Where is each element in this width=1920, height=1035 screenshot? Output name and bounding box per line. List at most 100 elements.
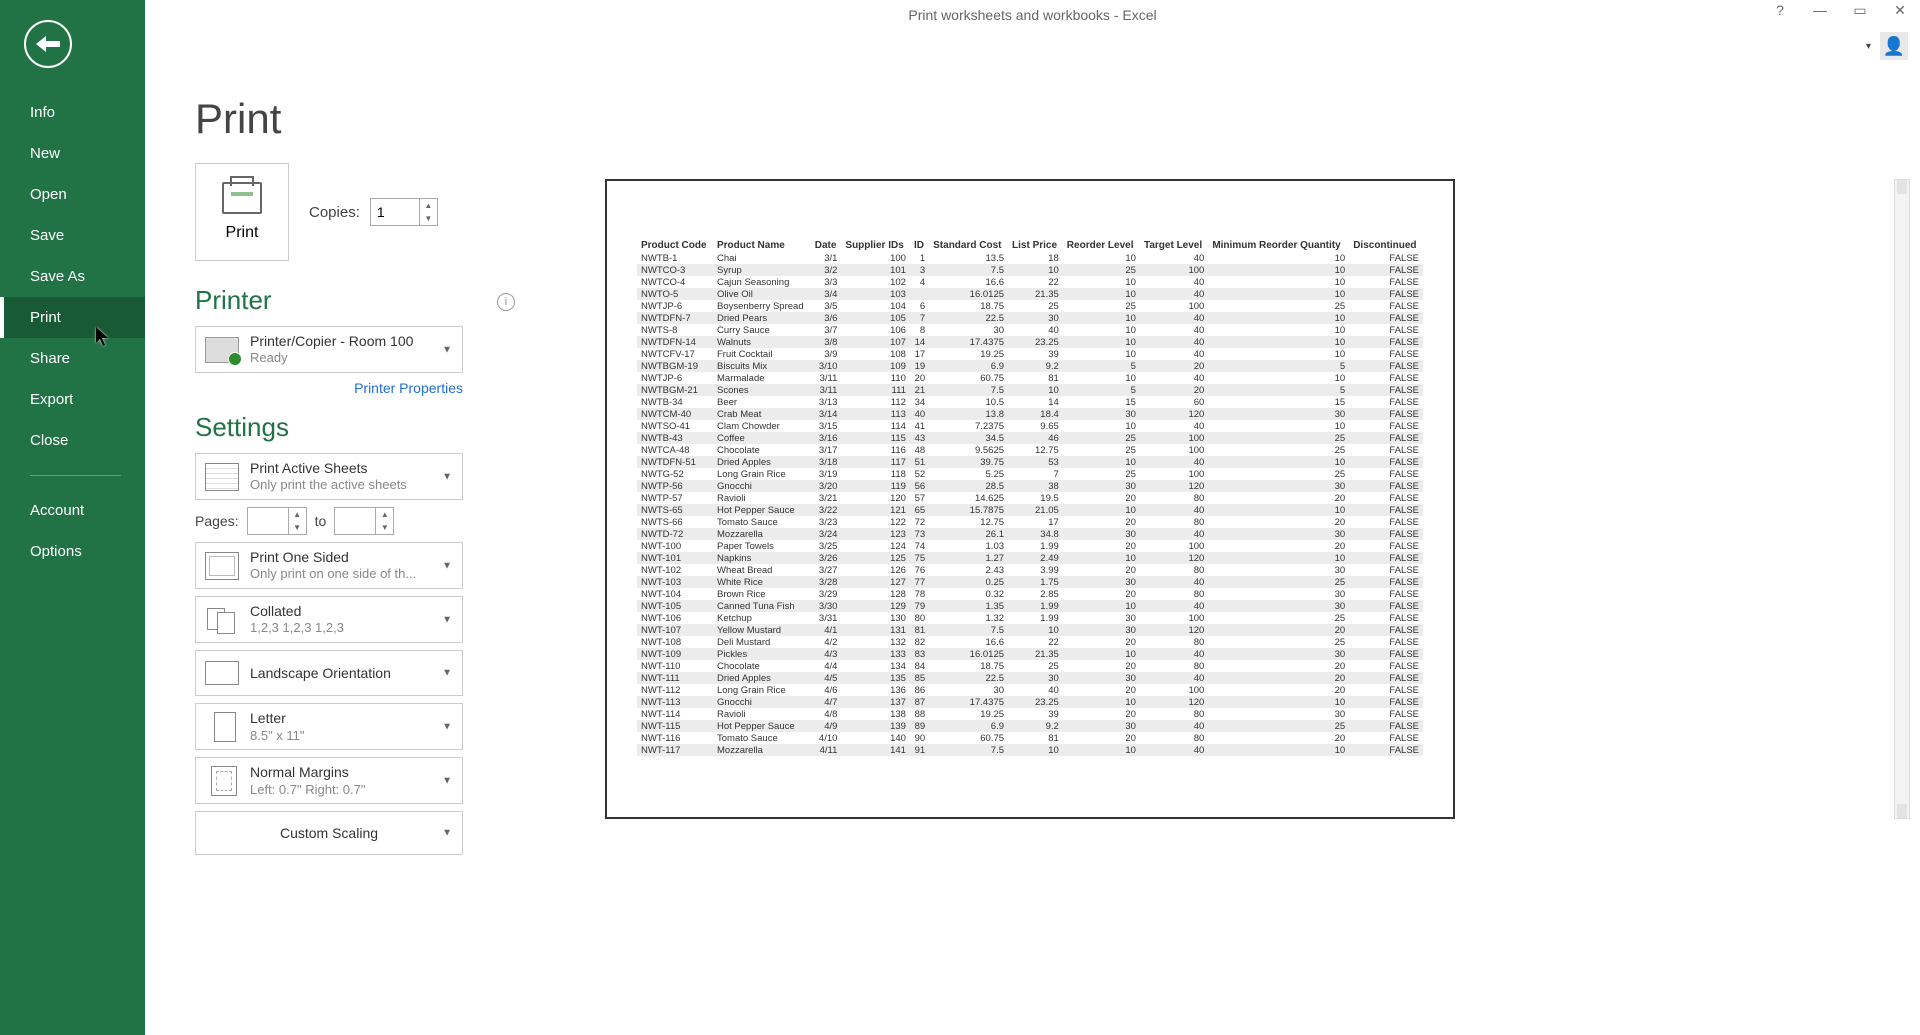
printer-name: Printer/Copier - Room 100 xyxy=(250,332,413,350)
preview-page: Product CodeProduct NameDateSupplier IDs… xyxy=(605,179,1455,819)
printer-select[interactable]: Printer/Copier - Room 100 Ready ▼ xyxy=(195,326,463,373)
table-row: NWTDFN-7Dried Pears3/6105722.530104010FA… xyxy=(637,312,1423,324)
print-preview-area: Product CodeProduct NameDateSupplier IDs… xyxy=(575,95,1920,862)
chevron-down-icon: ▼ xyxy=(442,775,452,786)
paper-icon xyxy=(214,712,236,742)
print-button-label: Print xyxy=(226,224,259,242)
table-row: NWT-114Ravioli4/81388819.2539208030FALSE xyxy=(637,708,1423,720)
collated-icon xyxy=(205,606,239,634)
table-header: Product Name xyxy=(713,239,811,252)
table-row: NWTSO-41Clam Chowder3/15114417.23759.651… xyxy=(637,420,1423,432)
chevron-down-icon: ▼ xyxy=(442,560,452,571)
table-row: NWTCM-40Crab Meat3/141134013.818.4301203… xyxy=(637,408,1423,420)
copies-input[interactable] xyxy=(371,204,419,220)
table-header: Standard Cost xyxy=(929,239,1008,252)
table-row: NWT-104Brown Rice3/29128780.322.85208030… xyxy=(637,588,1423,600)
table-row: NWTB-1Chai3/1100113.518104010FALSE xyxy=(637,252,1423,264)
table-row: NWTBGM-21Scones3/11111217.5105205FALSE xyxy=(637,384,1423,396)
table-row: NWTCA-48Chocolate3/17116489.562512.75251… xyxy=(637,444,1423,456)
chevron-down-icon: ▼ xyxy=(442,614,452,625)
backstage-sidebar: InfoNewOpenSaveSave AsPrintShareExportCl… xyxy=(0,0,145,1035)
table-row: NWTO-5Olive Oil3/410316.012521.35104010F… xyxy=(637,288,1423,300)
nav-new[interactable]: New xyxy=(0,133,145,174)
table-header: ID xyxy=(910,239,929,252)
pages-label: Pages: xyxy=(195,513,239,529)
print-settings-panel: Print Print Copies: ▲▼ Printer i xyxy=(195,95,575,862)
table-row: NWTS-66Tomato Sauce3/231227212.751720802… xyxy=(637,516,1423,528)
copies-up-icon[interactable]: ▲ xyxy=(420,199,437,212)
pages-to-spinner[interactable]: ▲▼ xyxy=(334,507,394,535)
nav-open[interactable]: Open xyxy=(0,174,145,215)
nav-account[interactable]: Account xyxy=(0,490,145,531)
pages-from-spinner[interactable]: ▲▼ xyxy=(247,507,307,535)
table-row: NWTS-65Hot Pepper Sauce3/221216515.78752… xyxy=(637,504,1423,516)
nav-save[interactable]: Save xyxy=(0,215,145,256)
close-icon[interactable]: ✕ xyxy=(1890,2,1910,19)
table-row: NWTJP-6Marmalade3/111102060.7581104010FA… xyxy=(637,372,1423,384)
info-icon[interactable]: i xyxy=(497,293,515,311)
help-icon[interactable]: ? xyxy=(1770,2,1790,19)
copies-spinner[interactable]: ▲▼ xyxy=(370,198,438,226)
nav-print[interactable]: Print xyxy=(0,297,145,338)
table-row: NWT-115Hot Pepper Sauce4/9139896.99.2304… xyxy=(637,720,1423,732)
chevron-down-icon: ▼ xyxy=(442,721,452,732)
pages-from-input[interactable] xyxy=(248,513,288,529)
margins-select[interactable]: Normal Margins Left: 0.7" Right: 0.7" ▼ xyxy=(195,757,463,804)
sides-select[interactable]: Print One Sided Only print on one side o… xyxy=(195,542,463,589)
pages-to-input[interactable] xyxy=(335,513,375,529)
nav-share[interactable]: Share xyxy=(0,338,145,379)
table-header: Target Level xyxy=(1140,239,1208,252)
user-avatar[interactable]: 👤 xyxy=(1880,32,1908,60)
minimize-icon[interactable]: — xyxy=(1810,2,1830,19)
table-row: NWT-109Pickles4/31338316.012521.35104030… xyxy=(637,648,1423,660)
chevron-down-icon: ▼ xyxy=(442,471,452,482)
nav-info[interactable]: Info xyxy=(0,92,145,133)
table-row: NWTDFN-14Walnuts3/81071417.437523.251040… xyxy=(637,336,1423,348)
title-bar: Print worksheets and workbooks - Excel ?… xyxy=(145,0,1920,30)
nav-save-as[interactable]: Save As xyxy=(0,256,145,297)
preview-scrollbar[interactable] xyxy=(1894,179,1910,819)
orientation-select[interactable]: Landscape Orientation ▼ xyxy=(195,650,463,696)
back-button[interactable] xyxy=(24,20,72,68)
preview-table: Product CodeProduct NameDateSupplier IDs… xyxy=(637,239,1423,756)
nav-options[interactable]: Options xyxy=(0,531,145,572)
nav-export[interactable]: Export xyxy=(0,379,145,420)
settings-section-title: Settings xyxy=(195,412,575,443)
table-row: NWT-106Ketchup3/31130801.321.993010025FA… xyxy=(637,612,1423,624)
collation-select[interactable]: Collated 1,2,3 1,2,3 1,2,3 ▼ xyxy=(195,596,463,643)
printer-icon xyxy=(222,182,262,214)
printer-section-title: Printer i xyxy=(195,285,575,316)
table-header: Minimum Reorder Quantity xyxy=(1208,239,1349,252)
page-title: Print xyxy=(195,95,575,143)
table-header: Date xyxy=(811,239,842,252)
table-row: NWTD-72Mozzarella3/241237326.134.8304030… xyxy=(637,528,1423,540)
printer-properties-link[interactable]: Printer Properties xyxy=(354,380,463,396)
table-row: NWTBGM-19Biscuits Mix3/10109196.99.25205… xyxy=(637,360,1423,372)
paper-size-select[interactable]: Letter 8.5" x 11" ▼ xyxy=(195,703,463,750)
landscape-icon xyxy=(205,661,239,685)
copies-label: Copies: xyxy=(309,204,360,221)
copies-down-icon[interactable]: ▼ xyxy=(420,212,437,225)
table-row: NWT-112Long Grain Rice4/6136863040201002… xyxy=(637,684,1423,696)
table-row: NWT-101Napkins3/26125751.272.491012010FA… xyxy=(637,552,1423,564)
table-header: Discontinued xyxy=(1349,239,1423,252)
table-row: NWTCO-3Syrup3/210137.5102510010FALSE xyxy=(637,264,1423,276)
nav-close[interactable]: Close xyxy=(0,420,145,461)
print-what-select[interactable]: Print Active Sheets Only print the activ… xyxy=(195,453,463,500)
table-row: NWTP-56Gnocchi3/201195628.5383012030FALS… xyxy=(637,480,1423,492)
table-row: NWT-113Gnocchi4/71378717.437523.25101201… xyxy=(637,696,1423,708)
table-row: NWTDFN-51Dried Apples3/181175139.7553104… xyxy=(637,456,1423,468)
scaling-select[interactable]: Custom Scaling ▼ xyxy=(195,811,463,855)
account-dropdown-icon[interactable]: ▾ xyxy=(1866,41,1876,51)
chevron-down-icon: ▼ xyxy=(442,668,452,679)
table-header: List Price xyxy=(1008,239,1063,252)
printer-status: Ready xyxy=(250,350,413,367)
restore-icon[interactable]: ▭ xyxy=(1850,2,1870,19)
table-row: NWT-102Wheat Bread3/27126762.433.9920803… xyxy=(637,564,1423,576)
table-row: NWT-116Tomato Sauce4/101409060.758120802… xyxy=(637,732,1423,744)
table-row: NWTB-43Coffee3/161154334.5462510025FALSE xyxy=(637,432,1423,444)
table-row: NWT-110Chocolate4/41348418.7525208020FAL… xyxy=(637,660,1423,672)
print-button[interactable]: Print xyxy=(195,163,289,261)
table-row: NWTCFV-17Fruit Cocktail3/91081719.253910… xyxy=(637,348,1423,360)
back-arrow-icon xyxy=(36,36,60,52)
